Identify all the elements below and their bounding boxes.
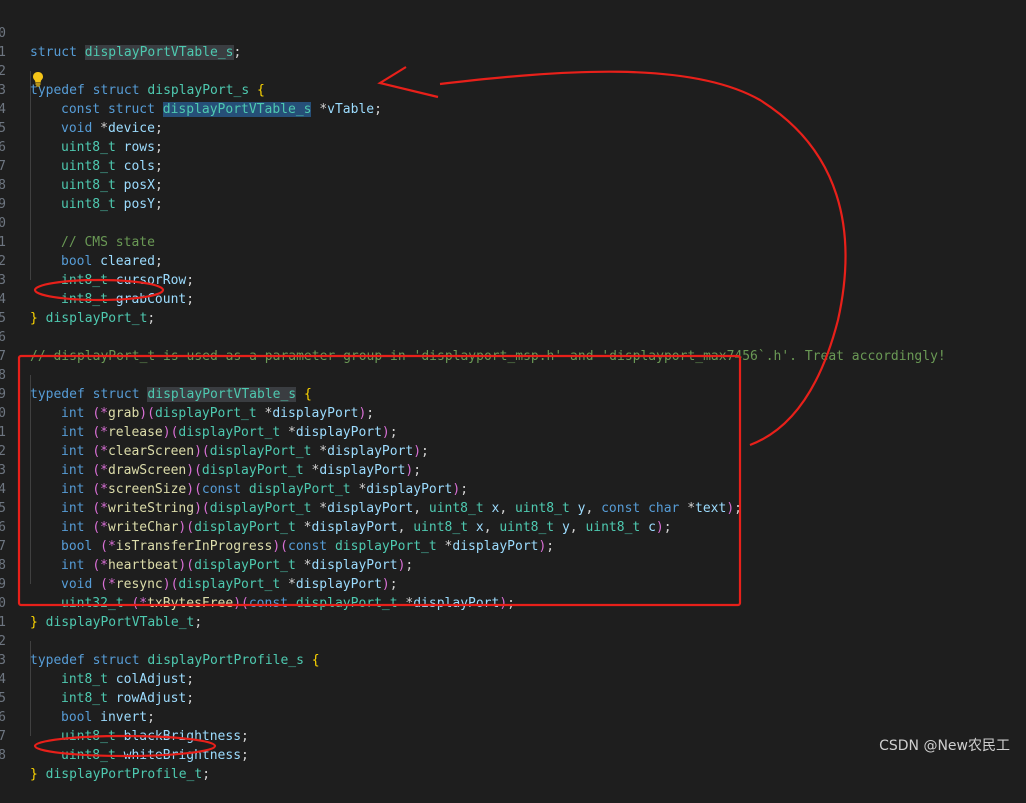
lightbulb-icon[interactable] (31, 71, 45, 87)
code-line[interactable]: 8 } displayPortProfile_t; (0, 727, 1026, 782)
token: ; (241, 748, 249, 763)
code-line[interactable]: 3 int8_t colAdjust; (0, 632, 1026, 687)
watermark: CSDN @New农民工 (879, 738, 1010, 754)
code-line[interactable]: 2 int8_t cursorRow; (0, 233, 1026, 288)
code-line[interactable]: 9 int (*grab)(displayPort_t *displayPort… (0, 366, 1026, 421)
code-line[interactable]: 7 uint8_t posX; (0, 138, 1026, 193)
code-line[interactable]: 1 bool cleared; (0, 214, 1026, 269)
code-editor[interactable]: 0 struct displayPortVTable_s; 1 2 typede… (0, 0, 1026, 782)
token: uint8_t (61, 748, 116, 763)
code-line[interactable]: 5 uint8_t rows; (0, 100, 1026, 155)
code-line[interactable]: 0 int (*release)(displayPort_t *displayP… (0, 385, 1026, 440)
code-line[interactable]: 7 (0, 328, 1026, 364)
code-line[interactable]: 1 (0, 24, 1026, 60)
code-line[interactable]: 2 typedef struct displayPort_s { (0, 43, 1026, 98)
code-line[interactable]: 6 // displayPort_t is used as a paramete… (0, 309, 1026, 364)
code-line[interactable]: 0 // CMS state (0, 195, 1026, 250)
code-line[interactable]: 6 bool (*isTransferInProgress)(const dis… (0, 499, 1026, 554)
code-line[interactable]: 2 int (*drawScreen)(displayPort_t *displ… (0, 423, 1026, 478)
code-line[interactable]: 3 int (*screenSize)(const displayPort_t … (0, 442, 1026, 497)
code-line[interactable]: 8 typedef struct displayPortVTable_s { (0, 347, 1026, 402)
code-line[interactable]: 6 uint8_t cols; (0, 119, 1026, 174)
token: displayPortProfile_t (45, 767, 203, 782)
code-line[interactable]: 4 int8_t rowAdjust; (0, 651, 1026, 706)
code-line[interactable]: 0 struct displayPortVTable_s; (0, 5, 1026, 60)
code-line[interactable]: 6 uint8_t blackBrightness; (0, 689, 1026, 744)
token: } (30, 767, 38, 782)
code-line[interactable]: 0 } displayPortVTable_t; (0, 575, 1026, 630)
token: ; (202, 767, 211, 782)
code-line[interactable]: 1 int (*clearScreen)(displayPort_t *disp… (0, 404, 1026, 459)
code-line[interactable]: 8 uint8_t posY; (0, 157, 1026, 212)
code-line[interactable]: 8 void (*resync)(displayPort_t *displayP… (0, 537, 1026, 592)
code-line[interactable]: 9 (0, 176, 1026, 212)
code-line[interactable]: 4 } displayPort_t; (0, 271, 1026, 326)
code-line[interactable]: 2 typedef struct displayPortProfile_s { (0, 613, 1026, 668)
code-line[interactable]: 3 const struct displayPortVTable_s *vTab… (0, 62, 1026, 117)
token: whiteBrightness (123, 748, 242, 763)
code-line[interactable]: 4 void *device; (0, 81, 1026, 136)
code-line[interactable]: 9 uint32_t (*txBytesFree)(const displayP… (0, 556, 1026, 611)
code-line[interactable]: 7 int (*heartbeat)(displayPort_t *displa… (0, 518, 1026, 573)
code-line[interactable]: 5 int (*writeChar)(displayPort_t *displa… (0, 480, 1026, 535)
code-line[interactable]: 1 (0, 594, 1026, 630)
code-line[interactable]: 4 int (*writeString)(displayPort_t *disp… (0, 461, 1026, 516)
code-line[interactable]: 5 bool invert; (0, 670, 1026, 725)
code-line[interactable]: 7 uint8_t whiteBrightness; (0, 708, 1026, 763)
code-line[interactable]: 5 (0, 290, 1026, 326)
line-number: 8 (0, 748, 6, 763)
code-line[interactable]: 3 int8_t grabCount; (0, 252, 1026, 307)
